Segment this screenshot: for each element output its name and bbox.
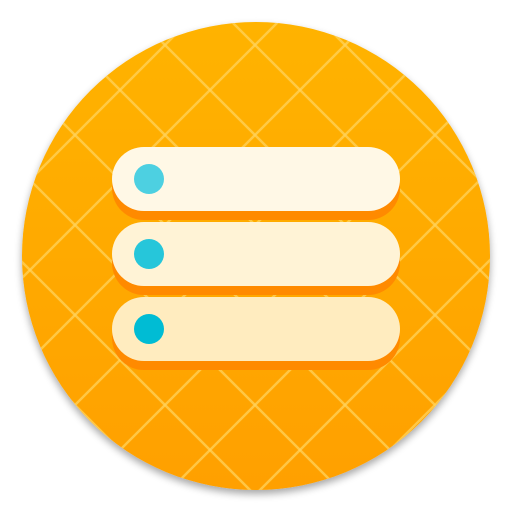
status-dot-icon — [134, 314, 164, 344]
pattern-line — [0, 0, 2, 512]
server-row-top — [112, 147, 400, 220]
server-stack — [112, 147, 400, 370]
app-icon — [0, 0, 512, 512]
pattern-line — [508, 0, 512, 512]
server-stack-icon — [0, 0, 512, 512]
status-dot-icon — [134, 239, 164, 269]
status-dot-icon — [134, 164, 164, 194]
server-row-middle — [112, 222, 400, 295]
server-row-bottom — [112, 297, 400, 370]
